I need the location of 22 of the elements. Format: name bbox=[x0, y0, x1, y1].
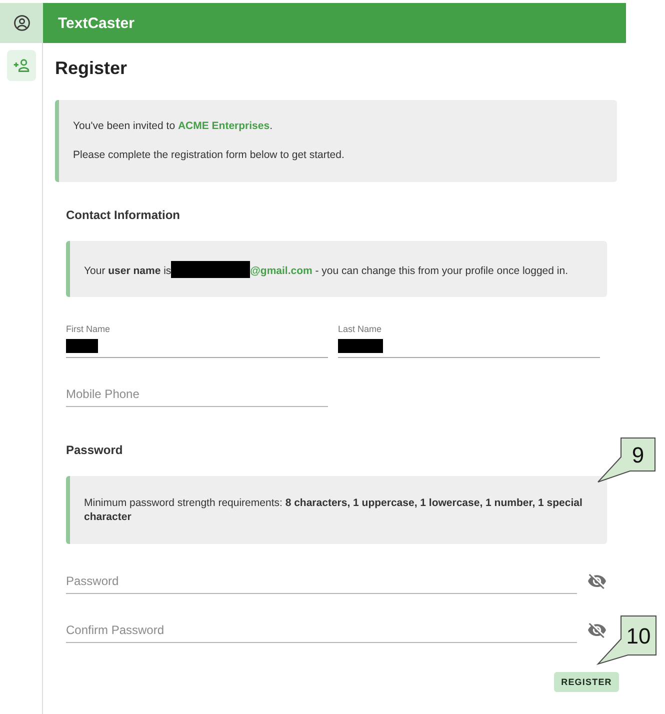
password-field[interactable]: Confirm Password bbox=[66, 617, 577, 643]
text-field[interactable]: First Name bbox=[66, 324, 328, 358]
callout-label: 10 bbox=[596, 614, 657, 666]
notice-text: Please complete the registration form below to get started. bbox=[73, 148, 346, 162]
eye-slash-icon[interactable] bbox=[588, 574, 606, 588]
section-heading: Contact Information bbox=[66, 208, 181, 223]
add-user-button[interactable] bbox=[7, 50, 36, 81]
notice-text: You've been invited to ACME Enterprises. bbox=[73, 119, 274, 133]
person-plus-icon bbox=[13, 59, 30, 72]
eye-slash-icon[interactable] bbox=[588, 622, 606, 638]
text-field[interactable]: Last Name bbox=[338, 324, 600, 358]
password-field[interactable]: Password bbox=[66, 568, 577, 594]
phone-field[interactable]: Mobile Phone bbox=[66, 382, 328, 407]
callout-label: 9 bbox=[596, 437, 656, 484]
page-title: Register bbox=[55, 57, 128, 79]
user-circle-icon bbox=[14, 15, 30, 31]
notice-text: Your user name is @gmail.com - you can change this from your profile once logged in. bbox=[84, 261, 593, 278]
app-title: TextCaster bbox=[58, 14, 134, 32]
account-button[interactable] bbox=[0, 3, 43, 43]
section-heading: Password bbox=[66, 443, 124, 458]
register-button[interactable]: REGISTER bbox=[554, 672, 619, 692]
notice-text: Minimum password strength requirements: 8 characters, 1 uppercase, 1 lowercase, 1 number, 1 special character bbox=[84, 496, 584, 524]
